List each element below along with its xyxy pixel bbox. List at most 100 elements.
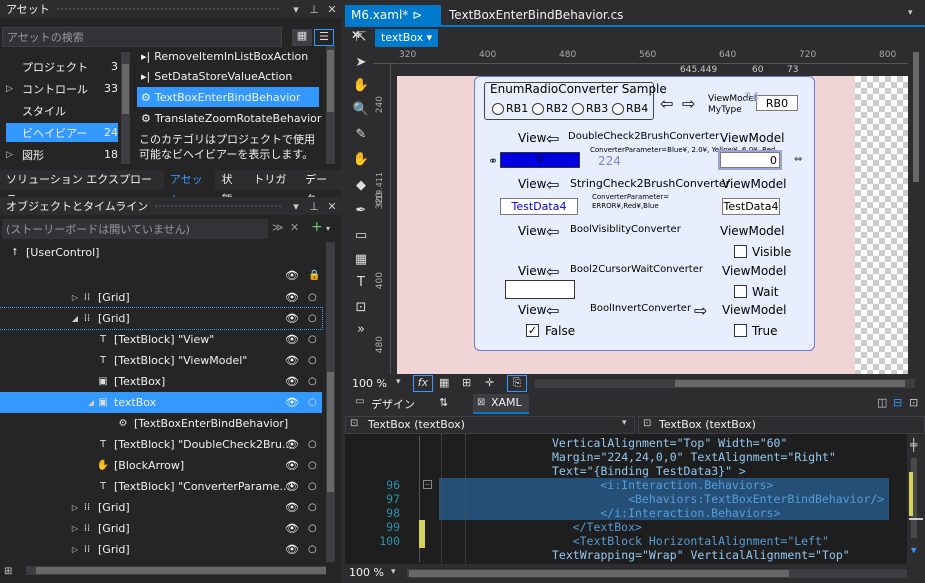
xaml-editor[interactable]: − VerticalAlignment="Top" Width="60" Mar… — [345, 434, 925, 564]
lock-icon[interactable]: ○ — [308, 460, 317, 471]
lock-icon[interactable]: ○ — [308, 397, 317, 408]
assets-search-input[interactable]: アセットの検索 — [2, 27, 282, 47]
collapse-pane-icon[interactable]: ⊡ — [909, 396, 918, 409]
swap-icon[interactable]: ⇅ — [439, 396, 448, 409]
tree-row[interactable]: ▣ [TextBox] 👁 ○ — [0, 371, 322, 392]
brush-textbox[interactable]: 0 — [500, 152, 580, 168]
tab-triggers[interactable]: トリガー — [247, 170, 299, 206]
xaml-nav-left[interactable]: ⊡ TextBox (textBox) ▾ — [345, 416, 635, 434]
grid-tool-icon[interactable]: ▦ — [349, 252, 373, 267]
pin-icon[interactable]: ⊥ — [305, 200, 323, 213]
eye-icon[interactable]: 👁 — [285, 375, 299, 388]
rb0-textbox[interactable]: RB0 — [756, 95, 798, 111]
breadcrumb[interactable]: textBox ▾ — [375, 29, 439, 47]
tree-scrollbar[interactable] — [326, 242, 335, 562]
category-styles[interactable]: スタイル — [6, 101, 118, 120]
eye-icon[interactable]: 👁 — [285, 438, 299, 451]
zoom-icon[interactable]: 🔍 — [349, 102, 373, 117]
tree-row[interactable]: T [TextBlock] "View" 👁 ○ — [0, 329, 322, 350]
category-scrollbar[interactable] — [121, 52, 130, 164]
rectangle-icon[interactable]: ▭ — [349, 228, 373, 243]
category-shapes[interactable]: ▷ 図形 18 — [6, 145, 118, 164]
false-checkbox[interactable]: ✓ — [526, 324, 539, 337]
pen-icon[interactable]: ✒ — [349, 203, 373, 218]
asset-item[interactable]: ⚙ TranslateZoomRotateBehavior — [137, 108, 327, 128]
true-checkbox[interactable] — [734, 324, 747, 337]
expand-icon[interactable]: ▷ — [6, 150, 22, 160]
collapse-icon[interactable]: ≫ — [272, 221, 284, 234]
eye-icon[interactable]: 👁 — [285, 396, 299, 409]
eye-icon[interactable]: 👁 — [285, 522, 299, 535]
tree-row[interactable]: T [TextBlock] "ConverterParame...' 👁 ○ — [0, 476, 322, 497]
paint-icon[interactable]: ✋ — [349, 152, 373, 167]
scroll-down-icon[interactable]: ▼ — [911, 546, 916, 556]
editor-vscrollbar[interactable]: ╪ ▼ — [907, 434, 925, 564]
cursor-textbox[interactable] — [505, 280, 575, 299]
tree-row[interactable]: ▷ ⁞⁞ [Grid] 👁 ○ — [0, 287, 322, 308]
more-tools-icon[interactable]: » — [349, 322, 373, 337]
dropdown-icon[interactable]: ▾ — [287, 200, 305, 213]
tree-row[interactable]: ▷ ⁞⁞ [Grid] 👁 ○ — [0, 518, 322, 539]
close-icon[interactable]: ✕ — [323, 200, 341, 213]
tab-xaml[interactable]: XAML — [491, 396, 522, 409]
dropdown-icon[interactable]: ▾ — [622, 418, 627, 428]
radio-rb2[interactable]: RB2 — [532, 102, 568, 115]
project-code-icon[interactable]: ⎘ — [507, 375, 527, 392]
items-scrollbar[interactable] — [326, 46, 335, 164]
eye-icon[interactable]: 👁 — [285, 501, 299, 514]
lock-icon[interactable]: ○ — [308, 292, 317, 303]
eye-icon[interactable]: 👁 — [285, 480, 299, 493]
asset-item[interactable]: ▸| SetDataStoreValueAction — [137, 66, 319, 86]
category-controls[interactable]: ▷ コントロール 33 — [6, 79, 118, 98]
lock-icon[interactable]: 🔒 — [308, 270, 320, 281]
testdata-textbox[interactable]: TestData4 — [500, 198, 578, 215]
tab-assets[interactable]: アセット — [163, 170, 216, 206]
tab-states[interactable]: 状態 — [215, 170, 247, 206]
eraser-icon[interactable]: ◆ — [349, 178, 373, 193]
pin-icon[interactable]: ⊳ — [412, 8, 422, 22]
add-storyboard-icon[interactable]: + — [311, 219, 323, 235]
pan-icon[interactable]: ✋ — [349, 78, 373, 93]
tree-root[interactable]: ⭡ [UserControl] — [8, 242, 330, 263]
tree-row[interactable]: ▷ ⁞⁞ [Grid] 👁 ○ — [0, 539, 322, 560]
tab-design[interactable]: デザイン — [371, 396, 415, 412]
eye-icon[interactable]: 👁 — [285, 312, 299, 325]
lock-icon[interactable]: ○ — [308, 334, 317, 345]
expand-icon[interactable]: ▷ — [6, 84, 22, 94]
lock-icon[interactable]: ○ — [308, 523, 317, 534]
dropdown-icon[interactable]: ▾ — [287, 3, 305, 16]
testdata-vm-textbox[interactable]: TestData4 — [722, 198, 780, 215]
visible-checkbox[interactable] — [734, 245, 747, 258]
radio-rb1[interactable]: RB1 — [492, 102, 528, 115]
text-icon[interactable]: T — [349, 275, 373, 290]
lock-icon[interactable]: ○ — [308, 376, 317, 387]
category-project[interactable]: プロジェクト 3 — [6, 57, 118, 76]
asset-item[interactable]: ▸| RemoveItemInListBoxAction — [137, 46, 319, 66]
tab-behavior-cs[interactable]: TextBoxEnterBindBehavior.cs — [443, 5, 629, 25]
radio-rb4[interactable]: RB4 — [612, 102, 648, 115]
snap-lines-icon[interactable]: ✛ — [485, 376, 494, 389]
editor-hscrollbar[interactable] — [407, 569, 907, 578]
tree-row[interactable]: T [TextBlock] "ViewModel" 👁 ○ — [0, 350, 322, 371]
lock-icon[interactable]: ○ — [308, 313, 317, 324]
tree-hscrollbar[interactable] — [26, 566, 326, 575]
dropdown-icon[interactable]: ▾ — [326, 224, 330, 233]
asset-item-selected[interactable]: ⚙ TextBoxEnterBindBehavior — [137, 87, 319, 107]
lock-icon[interactable]: ○ — [308, 481, 317, 492]
xaml-nav-right[interactable]: ⊡ TextBox (textBox) — [638, 416, 925, 434]
list-view-icon[interactable]: ☰ — [314, 29, 334, 46]
fx-icon[interactable]: fx — [413, 375, 433, 392]
tree-row-selected[interactable]: ◢ ▣ textBox 👁 ○ — [0, 392, 322, 413]
tab-solution-explorer[interactable]: ソリューション エクスプローラー — [0, 170, 164, 206]
dropdown-icon[interactable]: ▾ — [391, 567, 396, 577]
selected-textbox[interactable]: 0 — [718, 150, 782, 170]
pointer-icon[interactable]: ➤ — [349, 55, 373, 70]
canvas-vscrollbar[interactable] — [910, 48, 922, 374]
eye-icon[interactable]: 👁 — [285, 354, 299, 367]
eye-icon[interactable]: 👁 — [285, 269, 299, 282]
tab-data[interactable]: データ — [299, 170, 341, 206]
category-behaviors[interactable]: ビヘイビアー 24 — [6, 123, 118, 142]
lock-icon[interactable]: ○ — [308, 544, 317, 555]
tree-row[interactable]: T [TextBlock] "DoubleCheck2Bru... 👁 ○ — [0, 434, 322, 455]
control-icon[interactable]: ⊡ — [349, 300, 373, 315]
